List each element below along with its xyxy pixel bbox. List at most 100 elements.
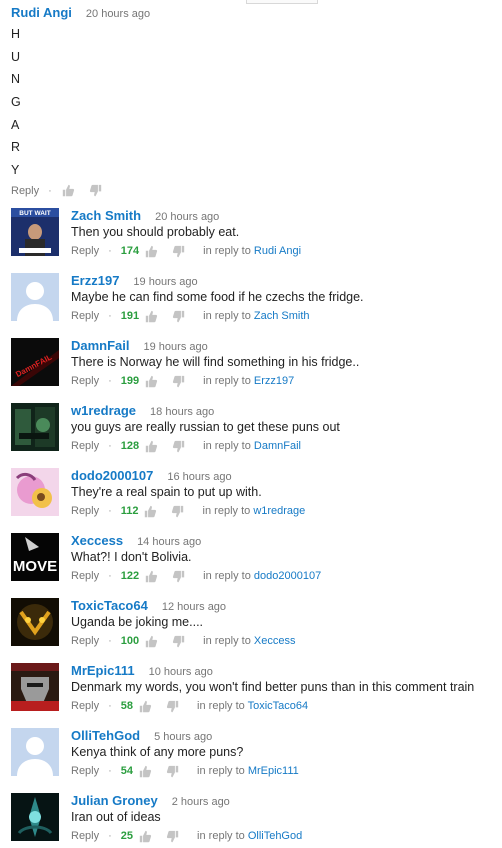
avatar[interactable]	[11, 663, 59, 711]
thumbs-up-icon[interactable]	[143, 504, 159, 518]
thumbs-down-icon[interactable]	[164, 764, 180, 778]
thumbs-down-icon[interactable]	[170, 504, 186, 518]
thumbs-down-icon[interactable]	[164, 829, 180, 843]
avatar[interactable]	[11, 468, 59, 516]
comment-author[interactable]: w1redrage	[71, 403, 136, 418]
thumbs-up-icon[interactable]	[143, 569, 159, 583]
thumbs-down-icon[interactable]	[170, 374, 186, 388]
comment-time[interactable]: 2 hours ago	[172, 796, 230, 808]
thumbs-down-icon[interactable]	[164, 699, 180, 713]
like-count: 174	[120, 245, 140, 257]
thumbs-down-icon[interactable]	[170, 309, 186, 323]
comment-time[interactable]: 20 hours ago	[155, 211, 219, 223]
comment-time[interactable]: 14 hours ago	[137, 536, 201, 548]
thumbs-down-icon[interactable]	[170, 439, 186, 453]
separator-dot: ·	[108, 570, 112, 582]
in-reply-to-link[interactable]: MrEpic111	[248, 765, 299, 777]
reply-comment: DamnFAIL DamnFail 19 hours ago There is N…	[11, 338, 499, 392]
in-reply-to-link[interactable]: Zach Smith	[254, 310, 310, 322]
comment-time[interactable]: 5 hours ago	[154, 731, 212, 743]
separator-dot: ·	[108, 830, 112, 842]
comment-text: Kenya think of any more puns?	[71, 745, 244, 759]
avatar[interactable]	[11, 273, 59, 321]
reply-button[interactable]: Reply	[71, 308, 99, 324]
comment-time[interactable]: 18 hours ago	[150, 406, 214, 418]
avatar[interactable]	[11, 598, 59, 646]
reply-comment: BUT WAIT Zach Smith 20 hours ago Then you…	[11, 208, 499, 262]
reply-button[interactable]: Reply	[71, 568, 99, 584]
reply-button[interactable]: Reply	[71, 503, 99, 519]
avatar-text: BUT WAIT	[19, 210, 50, 217]
comment-text: Iran out of ideas	[71, 810, 161, 824]
comment-author[interactable]: ToxicTaco64	[71, 598, 148, 613]
in-reply-to: in reply to dodo2000107	[203, 570, 322, 582]
reply-button[interactable]: Reply	[71, 698, 99, 714]
like-count: 112	[120, 505, 139, 517]
comment-letter: A	[11, 117, 20, 132]
in-reply-to-link[interactable]: Xeccess	[254, 635, 296, 647]
thumbs-up-icon[interactable]	[143, 634, 159, 648]
thumbs-up-icon[interactable]	[143, 439, 159, 453]
comment-actions: Reply ·	[11, 183, 491, 199]
comment-letter: U	[11, 49, 21, 64]
thumbs-up-icon[interactable]	[137, 699, 153, 713]
reply-comment: OlliTehGod 5 hours ago Kenya think of any…	[11, 728, 499, 782]
comment-author[interactable]: Erzz197	[71, 273, 119, 288]
reply-comment: w1redrage 18 hours ago you guys are reall…	[11, 403, 499, 457]
thumbs-down-icon[interactable]	[170, 634, 186, 648]
reply-comment: dodo2000107 16 hours ago They're a real s…	[11, 468, 499, 522]
in-reply-to-link[interactable]: Rudi Angi	[254, 245, 301, 257]
avatar[interactable]: BUT WAIT	[11, 208, 59, 256]
comment-author[interactable]: dodo2000107	[71, 468, 153, 483]
in-reply-to: in reply to ToxicTaco64	[197, 700, 309, 712]
comment-author[interactable]: Xeccess	[71, 533, 123, 548]
comment-author[interactable]: Zach Smith	[71, 208, 141, 223]
comment-author[interactable]: Julian Groney	[71, 793, 158, 808]
thumbs-up-icon[interactable]	[137, 764, 153, 778]
thumbs-up-icon[interactable]	[143, 244, 159, 258]
comment-author[interactable]: DamnFail	[71, 338, 130, 353]
avatar[interactable]: MOVE	[11, 533, 59, 581]
comment-time[interactable]: 16 hours ago	[167, 471, 231, 483]
thumbs-up-icon[interactable]	[61, 184, 77, 198]
thumbs-up-icon[interactable]	[143, 374, 159, 388]
comment-time[interactable]: 10 hours ago	[149, 666, 213, 678]
in-reply-to-link[interactable]: Erzz197	[254, 375, 294, 387]
in-reply-to: in reply to Erzz197	[203, 375, 295, 387]
comment-author[interactable]: Rudi Angi	[11, 5, 72, 20]
comment-text: Maybe he can find some food if he czechs…	[71, 290, 364, 304]
avatar[interactable]	[11, 793, 59, 841]
thumbs-down-icon[interactable]	[170, 569, 186, 583]
reply-button[interactable]: Reply	[71, 243, 99, 259]
reply-button[interactable]: Reply	[71, 633, 99, 649]
reply-button[interactable]: Reply	[71, 828, 99, 844]
comment-text: What?! I don't Bolivia.	[71, 550, 192, 564]
in-reply-to-link[interactable]: w1redrage	[253, 505, 305, 517]
thumbs-up-icon[interactable]	[137, 829, 153, 843]
avatar[interactable]	[11, 403, 59, 451]
in-reply-to-link[interactable]: OlliTehGod	[248, 830, 302, 842]
comment-time[interactable]: 19 hours ago	[133, 276, 197, 288]
in-reply-to-link[interactable]: ToxicTaco64	[248, 700, 309, 712]
comment-time[interactable]: 12 hours ago	[162, 601, 226, 613]
avatar[interactable]: DamnFAIL	[11, 338, 59, 386]
separator-dot: ·	[108, 310, 112, 322]
comment-time[interactable]: 19 hours ago	[144, 341, 208, 353]
comment-time[interactable]: 20 hours ago	[86, 8, 150, 20]
thumbs-down-icon[interactable]	[170, 244, 186, 258]
in-reply-to-link[interactable]: dodo2000107	[254, 570, 321, 582]
reply-button[interactable]: Reply	[71, 763, 99, 779]
in-reply-to-link[interactable]: DamnFail	[254, 440, 301, 452]
avatar[interactable]	[11, 728, 59, 776]
reply-button[interactable]: Reply	[11, 183, 39, 199]
separator-dot: ·	[108, 700, 112, 712]
top-comment: Rudi Angi 20 hours ago H U N G A R Y Repl…	[11, 4, 491, 199]
reply-button[interactable]: Reply	[71, 373, 99, 389]
reply-button[interactable]: Reply	[71, 438, 99, 454]
thumbs-down-icon[interactable]	[88, 184, 104, 198]
comment-author[interactable]: MrEpic111	[71, 663, 135, 678]
comment-author[interactable]: OlliTehGod	[71, 728, 140, 743]
comment-text: There is Norway he will find something i…	[71, 355, 360, 369]
thumbs-up-icon[interactable]	[143, 309, 159, 323]
like-count: 58	[120, 700, 134, 712]
